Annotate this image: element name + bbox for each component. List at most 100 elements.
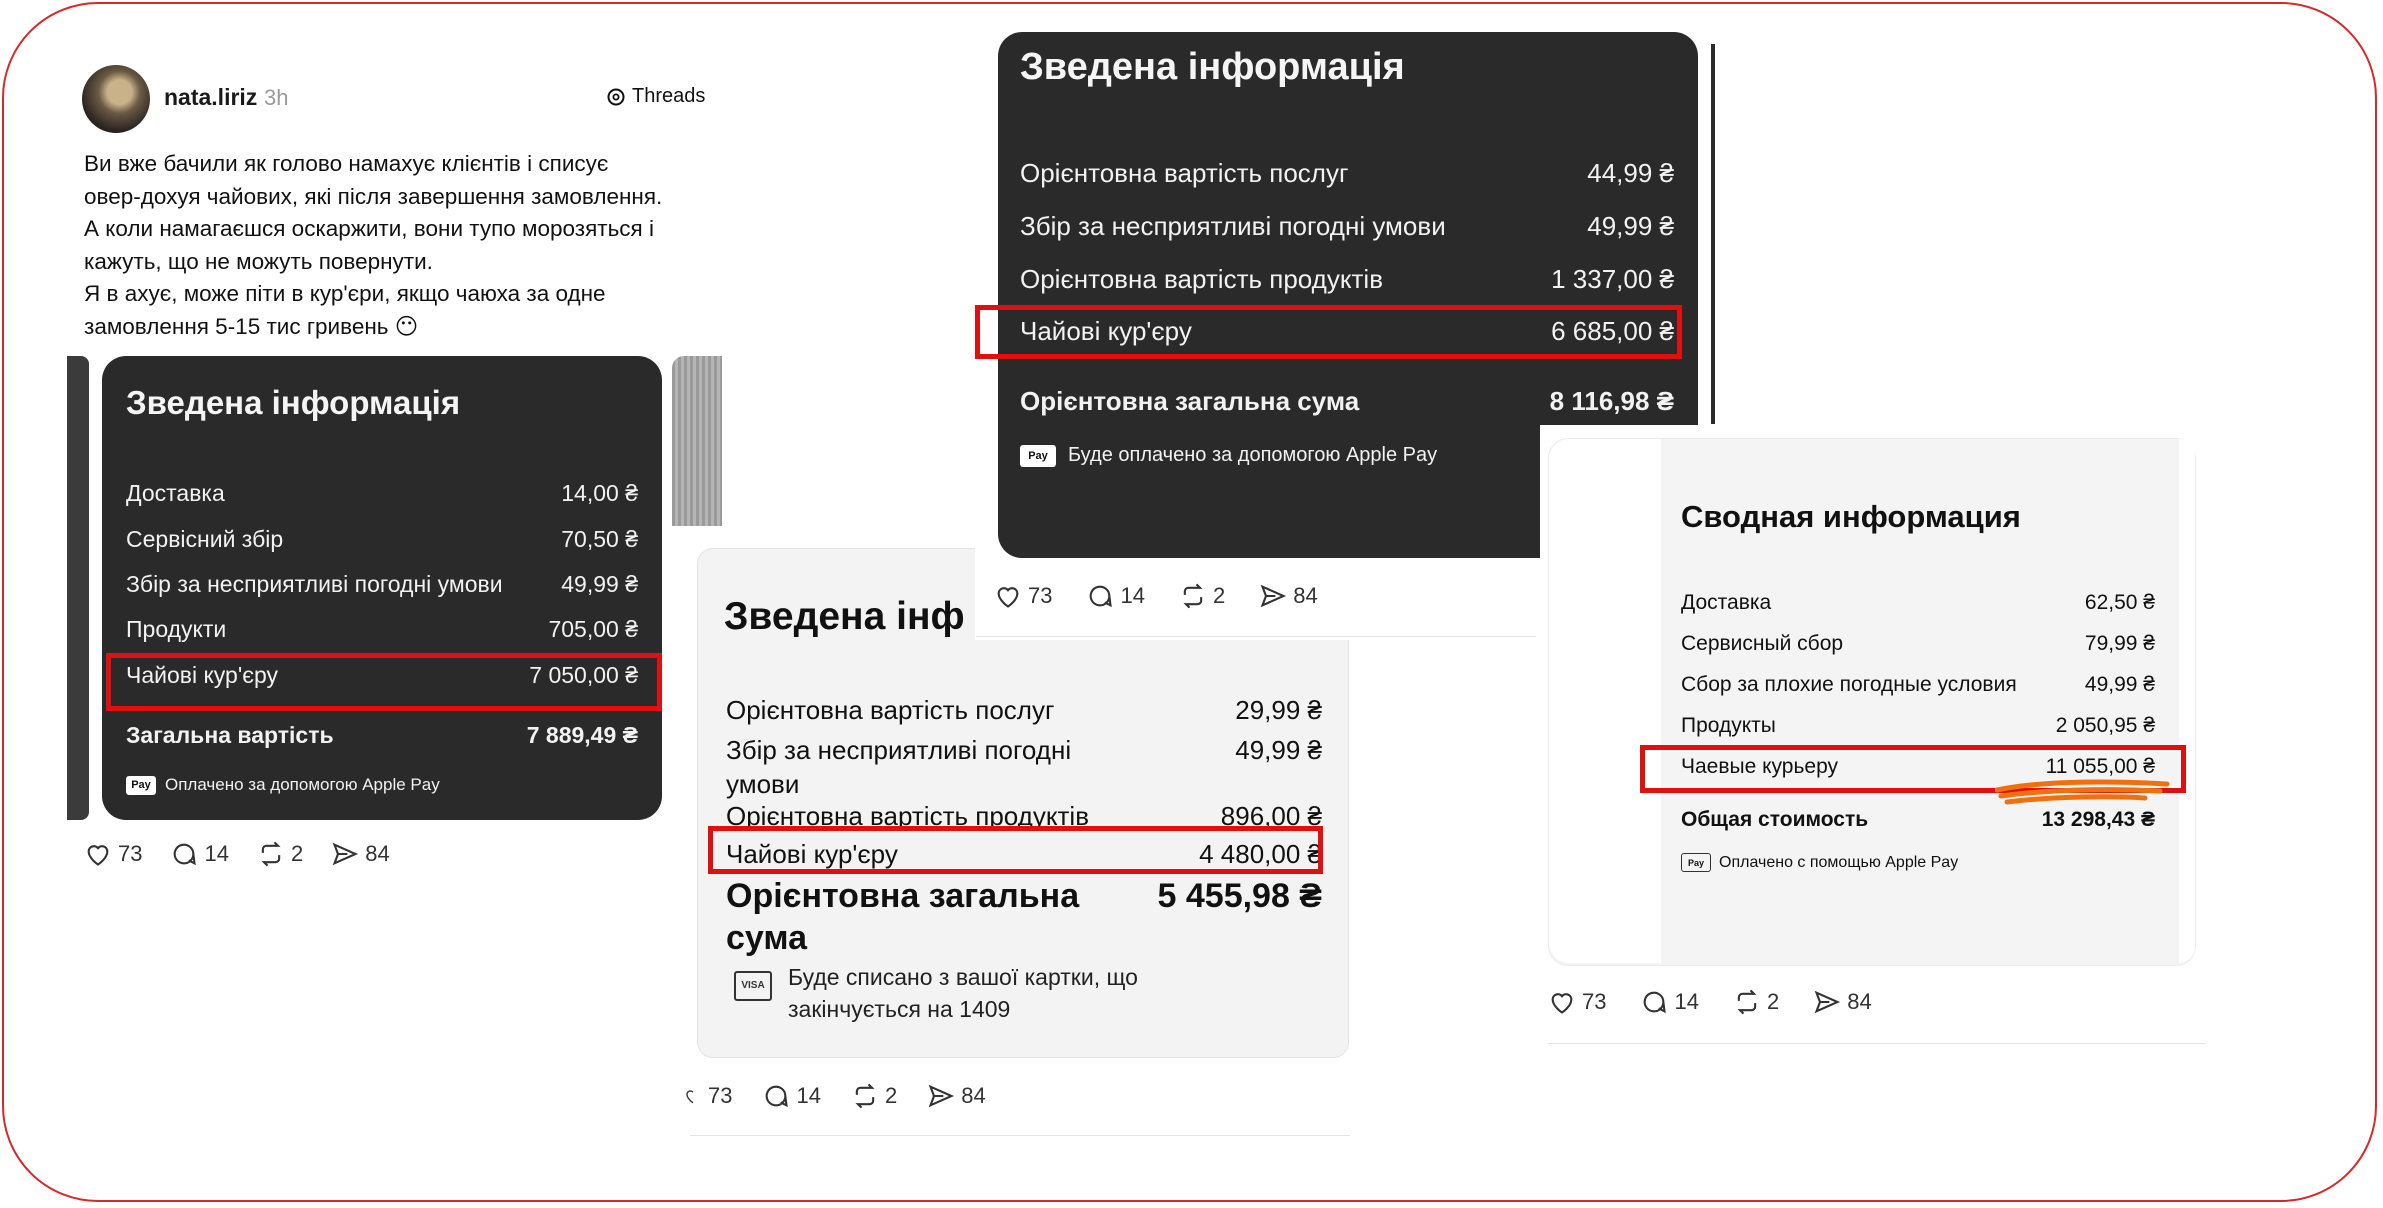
like-button[interactable]: 73 — [994, 582, 1052, 610]
share-icon — [1260, 584, 1287, 608]
total-row: Орієнтовна загальна сума 8 116,98 ₴ — [1020, 386, 1674, 417]
share-icon — [332, 842, 359, 866]
summary-row: Доставка 62,50 ₴ — [1681, 591, 2155, 615]
threads-link[interactable]: Threads — [606, 85, 705, 108]
threads-label: Threads — [632, 85, 706, 107]
row-label: Орієнтовна вартість продуктів — [1020, 264, 1384, 294]
carousel-next-edge — [1711, 44, 1715, 424]
post-actions: 73 14 2 84 — [684, 1082, 986, 1110]
payment-info: Pay Оплачено с помощью Apple Pay — [1681, 853, 1958, 872]
repost-count: 2 — [290, 841, 304, 866]
heart-icon — [997, 587, 1019, 608]
card-left-panel — [1549, 439, 1661, 963]
row-value: 2 050,95 ₴ — [2055, 714, 2155, 737]
repost-button[interactable]: 2 — [1179, 582, 1225, 610]
row-value: 49,99 ₴ — [561, 571, 638, 597]
avatar[interactable] — [82, 65, 150, 133]
post-actions: 73 14 2 84 — [994, 582, 1318, 610]
repost-count: 2 — [884, 1083, 898, 1108]
row-label: Доставка — [1681, 591, 1772, 614]
payment-line: Буде списано з вашої картки, що — [788, 964, 1138, 990]
summary-row: Орієнтовна вартість послуг 44,99 ₴ — [1020, 158, 1674, 189]
share-button[interactable]: 84 — [1259, 582, 1318, 610]
like-count: 73 — [708, 1083, 733, 1108]
summary-row: Сервісний збір 70,50 ₴ — [126, 526, 638, 553]
post-body: Ви вже бачили як голово намахує клієнтів… — [84, 148, 724, 343]
summary-row: Орієнтовна вартість послуг 29,99 ₴ — [726, 695, 1322, 726]
comment-button[interactable]: 14 — [762, 1082, 821, 1110]
row-value: 1 337,00 ₴ — [1551, 264, 1674, 294]
comment-icon — [766, 1085, 789, 1108]
payment-text: Буде списано з вашої картки, що закінчуєт… — [788, 961, 1138, 1025]
summary-row: Збір за несприятливі погодні умови 49,99 ₴ — [726, 733, 1322, 801]
summary-row: Сбор за плохие погодные условия 49,99 ₴ — [1681, 673, 2155, 697]
total-label: Орієнтовна загальна сума — [726, 875, 1079, 959]
share-icon — [1814, 990, 1841, 1014]
row-value: 29,99 ₴ — [1235, 695, 1322, 725]
repost-icon — [1737, 989, 1757, 1015]
like-count: 73 — [118, 841, 143, 866]
divider — [690, 1135, 1350, 1136]
heart-icon — [686, 1090, 694, 1104]
summary-row: Сервисный сбор 79,99 ₴ — [1681, 632, 2155, 656]
total-value: 7 889,49 ₴ — [526, 722, 638, 748]
repost-button[interactable]: 2 — [851, 1082, 897, 1110]
comment-button[interactable]: 14 — [1640, 988, 1699, 1016]
row-label: Сервісний збір — [126, 526, 284, 552]
card-right-edge — [2179, 439, 2195, 963]
repost-button[interactable]: 2 — [1733, 988, 1779, 1016]
summary-row: Продукти 705,00 ₴ — [126, 616, 638, 643]
card-title: Сводная информация — [1681, 499, 2021, 534]
like-count: 73 — [1028, 583, 1053, 608]
carousel-next-image[interactable] — [672, 356, 722, 526]
row-label: Орієнтовна вартість послуг — [726, 695, 1055, 725]
repost-icon — [855, 1083, 875, 1109]
total-label: Общая стоимость — [1681, 808, 1869, 831]
heart-icon — [1551, 993, 1573, 1014]
share-count: 84 — [961, 1083, 986, 1108]
share-button[interactable]: 84 — [927, 1082, 986, 1110]
apple-pay-icon: Pay — [1681, 853, 1711, 872]
share-button[interactable]: 84 — [1813, 988, 1872, 1016]
tip-highlight — [708, 826, 1323, 874]
total-label-line: сума — [726, 919, 807, 957]
comment-icon — [1090, 585, 1113, 608]
comment-count: 14 — [1120, 583, 1145, 608]
post-actions: 73 14 2 84 — [1548, 988, 1872, 1016]
summary-row: Збір за несприятливі погодні умови 49,99 … — [1020, 211, 1674, 242]
post-line: замовлення 5-15 тис гривень 😶 — [84, 313, 419, 339]
post-username[interactable]: nata.liriz — [164, 84, 257, 111]
share-count: 84 — [1847, 989, 1872, 1014]
like-button[interactable]: 73 — [684, 1082, 732, 1110]
row-label: Орієнтовна вартість послуг — [1020, 158, 1349, 188]
repost-count: 2 — [1212, 583, 1226, 608]
payment-text: Оплачено с помощью Apple Pay — [1719, 853, 1959, 871]
row-value: 14,00 ₴ — [561, 480, 638, 506]
comment-button[interactable]: 14 — [170, 840, 229, 868]
repost-button[interactable]: 2 — [257, 840, 303, 868]
post-line: А коли намагаєшся оскаржити, вони тупо м… — [84, 216, 654, 241]
summary-row: Орієнтовна вартість продуктів 1 337,00 ₴ — [1020, 264, 1674, 295]
repost-count: 2 — [1766, 989, 1780, 1014]
comment-count: 14 — [1674, 989, 1699, 1014]
row-label: Збір за несприятливі погодні умови — [1020, 211, 1446, 241]
comment-icon — [174, 843, 197, 866]
row-value: 705,00 ₴ — [548, 616, 638, 642]
row-value: 49,99 ₴ — [1235, 735, 1322, 765]
share-button[interactable]: 84 — [331, 840, 390, 868]
total-value: 5 455,98 ₴ — [1157, 877, 1322, 915]
row-label: Продукти — [126, 616, 227, 642]
card-title: Зведена інформація — [1020, 46, 1405, 88]
like-button[interactable]: 73 — [1548, 988, 1606, 1016]
heart-icon — [87, 845, 109, 866]
apple-pay-icon: Pay — [1020, 444, 1056, 467]
divider — [976, 636, 1536, 637]
row-value: 49,99 ₴ — [1587, 211, 1674, 241]
like-count: 73 — [1582, 989, 1607, 1014]
comment-button[interactable]: 14 — [1086, 582, 1145, 610]
like-button[interactable]: 73 — [84, 840, 142, 868]
carousel-prev-image[interactable] — [67, 356, 89, 820]
summary-card-4: Сводная информация Доставка 62,50 ₴ Серви… — [1548, 438, 2196, 966]
row-label: Доставка — [126, 480, 225, 506]
apple-pay-icon: Pay — [126, 775, 156, 795]
